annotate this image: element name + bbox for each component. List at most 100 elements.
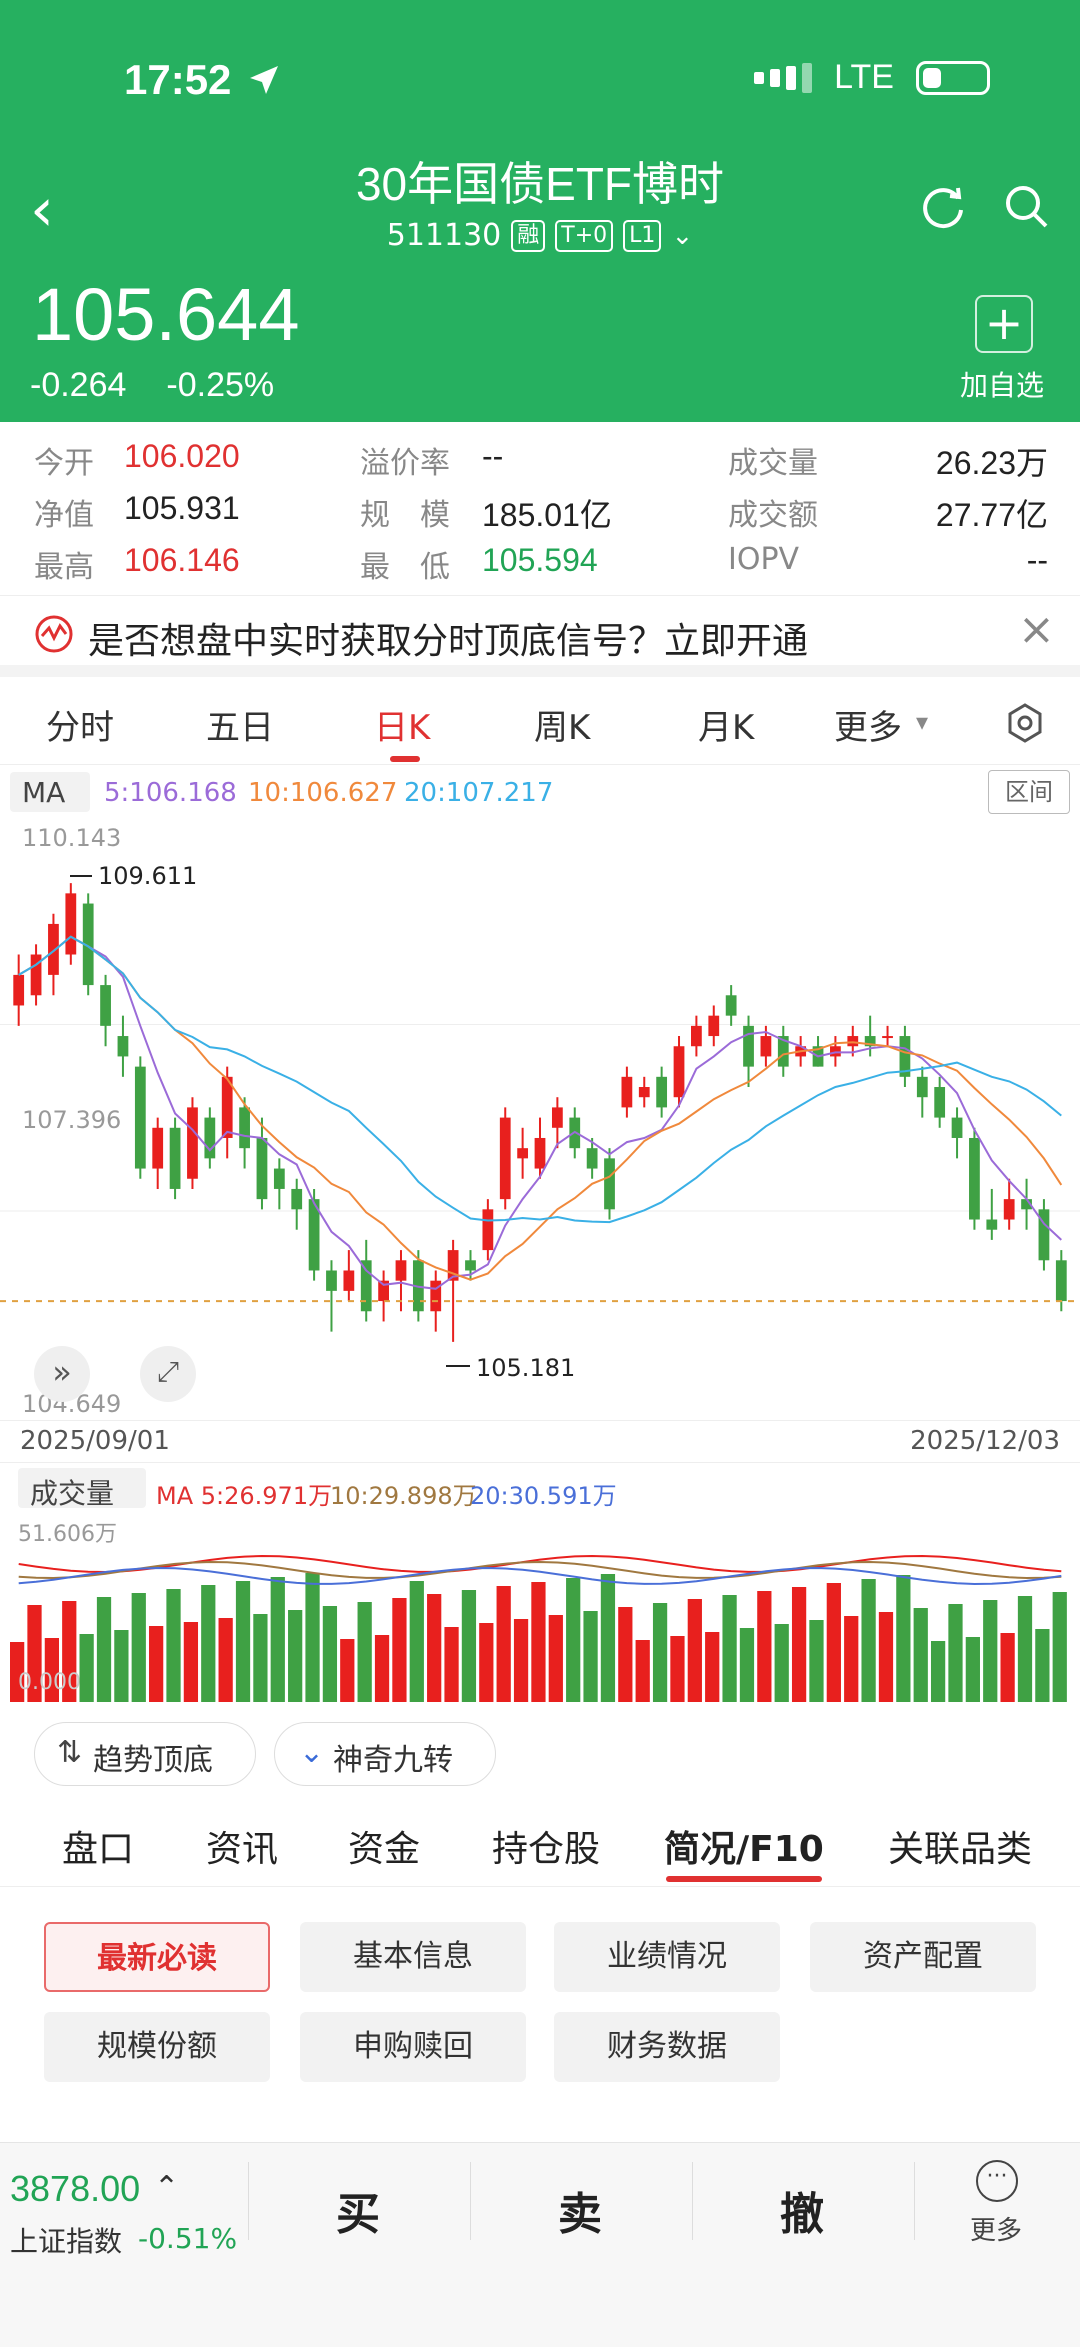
candle-body bbox=[360, 1260, 372, 1312]
asset-allocation-button[interactable]: 资产配置 bbox=[810, 1922, 1036, 1992]
volume-bar bbox=[566, 1578, 581, 1702]
chevron-down-icon[interactable]: ⌄ bbox=[671, 221, 693, 251]
date-end: 2025/12/03 bbox=[910, 1426, 1060, 1456]
vol-axis-top: 51.606万 bbox=[18, 1522, 117, 1547]
tab-funds[interactable]: 资金 bbox=[348, 1820, 420, 1872]
index-name[interactable]: 上证指数 bbox=[10, 2220, 122, 2260]
tab-orderbook[interactable]: 盘口 bbox=[62, 1820, 134, 1872]
add-watchlist-button[interactable]: + bbox=[975, 295, 1033, 353]
more-icon[interactable]: ··· bbox=[976, 2160, 1018, 2202]
price-change-pct: -0.25% bbox=[166, 366, 275, 404]
search-icon[interactable] bbox=[1002, 182, 1052, 232]
settings-icon[interactable] bbox=[1004, 702, 1046, 744]
volume-bar bbox=[513, 1619, 529, 1702]
sort-icon: ⇅ bbox=[57, 1735, 83, 1770]
axis-top-label: 110.143 bbox=[22, 824, 122, 852]
subscription-button[interactable]: 申购赎回 bbox=[300, 2012, 526, 2082]
candle-body bbox=[604, 1158, 615, 1210]
scale-shares-button[interactable]: 规模份额 bbox=[44, 2012, 270, 2082]
tab-five-day[interactable]: 五日 bbox=[206, 700, 274, 749]
volume-bar bbox=[183, 1622, 199, 1702]
close-icon[interactable]: × bbox=[1018, 604, 1055, 655]
candle-body bbox=[760, 1036, 772, 1057]
tab-more[interactable]: 更多 bbox=[834, 700, 902, 749]
candle-body bbox=[621, 1076, 633, 1108]
volume-bar bbox=[322, 1606, 338, 1702]
magic-nine-label: 神奇九转 bbox=[333, 1743, 453, 1778]
tab-news[interactable]: 资讯 bbox=[206, 1820, 278, 1872]
ma-label[interactable]: MA bbox=[22, 776, 65, 809]
volume-bar bbox=[948, 1604, 963, 1702]
basic-info-button[interactable]: 基本信息 bbox=[300, 1922, 526, 1992]
vol-ma10: 10:29.898万 bbox=[330, 1482, 477, 1510]
volume-bar bbox=[270, 1577, 285, 1702]
fullscreen-icon[interactable]: ⤢ bbox=[140, 1346, 196, 1402]
volume-bar bbox=[930, 1641, 946, 1702]
tab-weekly-k[interactable]: 周K bbox=[534, 700, 590, 749]
chevron-up-icon[interactable]: ⌃ bbox=[154, 2170, 179, 2205]
premium-value: -- bbox=[482, 438, 504, 474]
candle-body bbox=[13, 974, 25, 1006]
volume-chart[interactable] bbox=[0, 1512, 1080, 1702]
candle-body bbox=[691, 1025, 702, 1047]
candle-body bbox=[169, 1127, 181, 1189]
volume-bar bbox=[774, 1624, 789, 1702]
volume-bar bbox=[896, 1575, 911, 1702]
trend-top-bottom-button[interactable]: ⇅ 趋势顶底 bbox=[34, 1722, 256, 1786]
more-label[interactable]: 更多 bbox=[970, 2210, 1022, 2247]
latest-must-read-button[interactable]: 最新必读 bbox=[44, 1922, 270, 1992]
performance-button[interactable]: 业绩情况 bbox=[554, 1922, 780, 1992]
volume-bar bbox=[618, 1607, 633, 1702]
tab-monthly-k[interactable]: 月K bbox=[698, 700, 754, 749]
low-label: 最 低 bbox=[360, 550, 450, 585]
candle-body bbox=[882, 1036, 893, 1039]
sell-button[interactable]: 卖 bbox=[558, 2178, 602, 2242]
tag-level: L1 bbox=[623, 219, 662, 252]
price-change: -0.264 bbox=[30, 366, 127, 404]
volume-label: 成交量 bbox=[728, 446, 818, 481]
financial-data-button[interactable]: 财务数据 bbox=[554, 2012, 780, 2082]
volume-bar bbox=[635, 1640, 650, 1702]
caret-down-icon: ▾ bbox=[916, 708, 929, 736]
tab-related[interactable]: 关联品类 bbox=[888, 1820, 1032, 1872]
low-value: 105.594 bbox=[482, 542, 598, 578]
nav-label: 净值 bbox=[34, 498, 94, 533]
volume-bar bbox=[757, 1591, 772, 1702]
volume-bar bbox=[739, 1628, 755, 1702]
ma5-line bbox=[18, 935, 1062, 1290]
volume-bar bbox=[444, 1627, 459, 1702]
tab-daily-k[interactable]: 日K bbox=[374, 700, 430, 749]
signal-banner[interactable]: 是否想盘中实时获取分时顶底信号？立即开通 × bbox=[0, 595, 1080, 677]
buy-button[interactable]: 买 bbox=[336, 2178, 380, 2242]
candle-body bbox=[395, 1260, 407, 1281]
candle-body bbox=[343, 1270, 355, 1291]
nav-value: 105.931 bbox=[124, 490, 240, 526]
magic-nine-button[interactable]: ⌄ 神奇九转 bbox=[274, 1722, 496, 1786]
volume-bar bbox=[253, 1614, 268, 1702]
index-pct[interactable]: -0.51% bbox=[138, 2222, 237, 2255]
iopv-label: IOPV bbox=[728, 542, 800, 577]
tab-f10[interactable]: 简况/F10 bbox=[664, 1820, 824, 1872]
axis-mid-label: 107.396 bbox=[22, 1106, 122, 1134]
index-value[interactable]: 3878.00 bbox=[10, 2168, 140, 2210]
add-watchlist-label[interactable]: 加自选 bbox=[960, 364, 1044, 404]
tab-intraday[interactable]: 分时 bbox=[46, 700, 114, 749]
signal-icon bbox=[35, 615, 73, 653]
vol-ma20: 20:30.591万 bbox=[470, 1482, 617, 1510]
ma20-value: 20:107.217 bbox=[404, 778, 554, 808]
signal-icon bbox=[754, 62, 813, 93]
range-button[interactable]: 区间 bbox=[988, 770, 1070, 814]
volume-bar bbox=[791, 1587, 807, 1702]
location-arrow-icon bbox=[250, 66, 278, 94]
refresh-icon[interactable] bbox=[918, 182, 968, 232]
status-time: 17:52 bbox=[124, 56, 232, 103]
expand-icon[interactable]: » bbox=[34, 1346, 90, 1402]
volume-bar bbox=[201, 1585, 216, 1702]
cancel-order-button[interactable]: 撤 bbox=[780, 2178, 824, 2242]
volume-label[interactable]: 成交量 bbox=[30, 1472, 114, 1512]
scale-value: 185.01亿 bbox=[482, 497, 612, 533]
volume-bar bbox=[722, 1595, 737, 1702]
premium-label: 溢价率 bbox=[360, 446, 450, 481]
tab-holdings[interactable]: 持仓股 bbox=[492, 1820, 600, 1872]
kline-chart[interactable] bbox=[0, 818, 1080, 1418]
